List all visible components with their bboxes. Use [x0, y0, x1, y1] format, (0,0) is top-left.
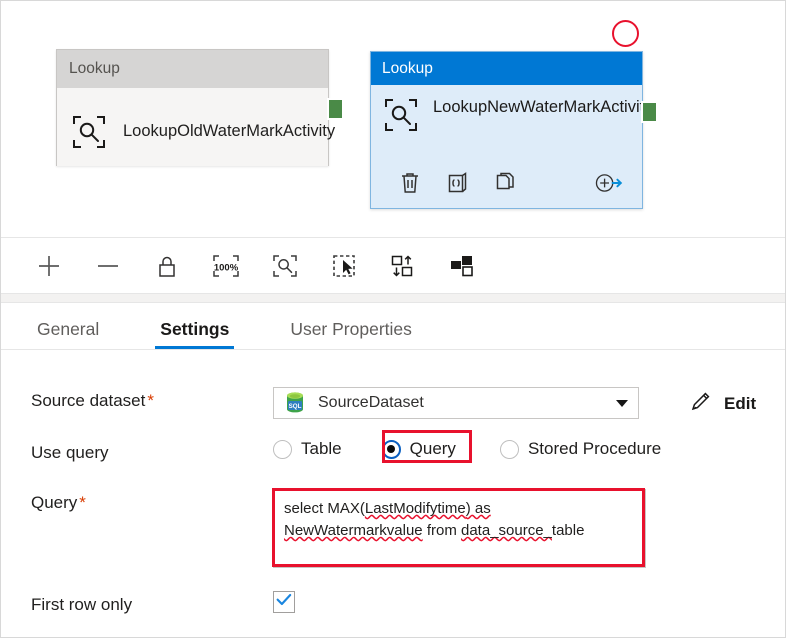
minimap-icon[interactable] — [442, 246, 482, 286]
lookup-magnifier-icon — [383, 97, 419, 133]
zoom-100-icon[interactable]: 100% — [206, 246, 246, 286]
query-input[interactable]: select MAX(LastModifytime) as NewWaterma… — [273, 489, 646, 568]
query-text-part: table — [551, 522, 585, 540]
plus-icon[interactable] — [29, 246, 69, 286]
code-braces-icon[interactable] — [443, 168, 473, 198]
activity-node-body: LookupOldWaterMarkActivity — [57, 88, 336, 166]
first-row-only-checkbox[interactable] — [273, 591, 295, 613]
activity-node-type-label: Lookup — [69, 60, 120, 77]
activity-output-connector[interactable] — [641, 101, 658, 123]
minus-icon[interactable] — [88, 246, 128, 286]
tab-settings[interactable]: Settings — [155, 319, 235, 349]
properties-tabs: General Settings User Properties — [1, 303, 785, 350]
radio-label: Table — [301, 439, 342, 458]
source-dataset-label: Source dataset * — [31, 391, 154, 410]
source-dataset-select[interactable]: SQL SourceDataset — [273, 387, 639, 419]
activity-node-header: Lookup — [371, 52, 642, 85]
use-query-label: Use query — [31, 443, 109, 462]
pipeline-activity-editor: Lookup LookupOldWaterMarkActivity Lookup… — [0, 0, 786, 638]
pencil-icon — [689, 389, 713, 418]
sql-database-icon: SQL — [284, 391, 306, 415]
chevron-down-icon — [616, 399, 628, 407]
activity-node-actions — [371, 166, 642, 200]
activity-output-connector[interactable] — [327, 98, 344, 120]
required-marker: * — [147, 391, 154, 410]
lock-icon[interactable] — [147, 246, 187, 286]
radio-label: Stored Procedure — [527, 439, 662, 458]
svg-text:100%: 100% — [214, 262, 239, 273]
lookup-magnifier-icon — [71, 114, 107, 150]
query-text-part: select MAX( — [284, 500, 365, 517]
query-text-part: from — [422, 522, 461, 540]
trash-icon[interactable] — [395, 168, 425, 198]
auto-align-icon[interactable] — [383, 246, 423, 286]
use-query-row: Use query Table Query Stored Procedure — [1, 439, 785, 463]
activity-node-lookup-new[interactable]: Lookup LookupNewWaterMarkActivity — [370, 51, 653, 209]
tab-general[interactable]: General — [35, 319, 101, 349]
query-text-part: LastModifytime — [364, 500, 466, 517]
radio-mark — [381, 439, 401, 459]
tab-user-properties[interactable]: User Properties — [288, 319, 414, 349]
copy-icon[interactable] — [491, 168, 521, 198]
panel-divider-band — [1, 293, 785, 303]
activity-node-header: Lookup — [57, 50, 328, 88]
activity-node-type-label: Lookup — [382, 59, 433, 77]
activity-node-title: LookupNewWaterMarkActivity — [433, 98, 653, 116]
annotation-circle-highlight — [612, 20, 639, 47]
radio-use-query-query[interactable]: Query — [381, 439, 456, 459]
radio-use-query-stored-procedure[interactable]: Stored Procedure — [499, 439, 662, 459]
marquee-cursor-icon[interactable] — [324, 246, 364, 286]
activity-node-lookup-old[interactable]: Lookup LookupOldWaterMarkActivity — [56, 49, 336, 166]
svg-text:SQL: SQL — [289, 403, 302, 410]
required-marker: * — [79, 493, 86, 512]
settings-form: Source dataset * SQL SourceDataset Edit … — [1, 351, 785, 637]
query-label: Query * — [31, 493, 86, 512]
radio-use-query-table[interactable]: Table — [273, 439, 342, 459]
activity-node-body: LookupNewWaterMarkActivity — [371, 85, 653, 133]
edit-label: Edit — [724, 393, 757, 413]
zoom-fit-icon[interactable] — [265, 246, 305, 286]
first-row-only-label: First row only — [31, 595, 133, 614]
radio-label: Query — [409, 439, 456, 458]
source-dataset-row: Source dataset * SQL SourceDataset Edit — [1, 387, 785, 419]
query-text-part: data_source_ — [461, 522, 552, 540]
first-row-only-row: First row only — [1, 591, 785, 615]
query-text-part: NewWatermarkvalue — [284, 522, 423, 540]
add-arrow-icon[interactable] — [594, 168, 624, 198]
checkmark-icon — [276, 593, 292, 612]
pipeline-canvas[interactable]: Lookup LookupOldWaterMarkActivity Lookup… — [1, 1, 785, 237]
query-text-part: ) as — [465, 500, 491, 517]
query-row: Query * select MAX(LastModifytime) as New… — [1, 489, 785, 568]
canvas-toolbar: 100% — [1, 238, 785, 293]
source-dataset-value: SourceDataset — [318, 394, 424, 411]
radio-mark — [273, 439, 292, 459]
activity-node-title: LookupOldWaterMarkActivity — [123, 122, 336, 141]
edit-dataset-button[interactable]: Edit — [689, 387, 756, 418]
radio-mark — [499, 439, 519, 459]
use-query-radio-group: Table Query Stored Procedure — [273, 439, 661, 459]
